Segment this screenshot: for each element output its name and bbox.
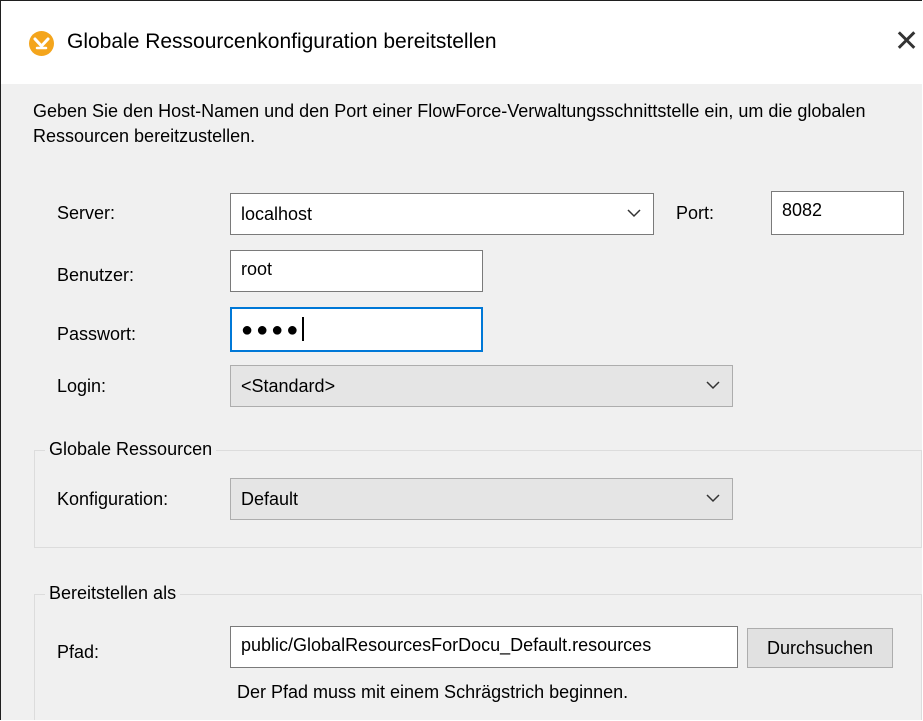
chevron-down-icon xyxy=(706,494,720,503)
title-bar: Globale Ressourcenkonfiguration bereitst… xyxy=(1,1,922,84)
altova-app-icon xyxy=(29,31,54,56)
password-input[interactable]: ●●●● xyxy=(230,307,483,352)
login-combobox[interactable]: <Standard> xyxy=(230,365,733,407)
browse-button[interactable]: Durchsuchen xyxy=(747,628,893,668)
close-icon[interactable]: ✕ xyxy=(894,24,919,60)
configuration-label: Konfiguration: xyxy=(57,489,169,509)
global-resources-group-title: Globale Ressourcen xyxy=(45,439,217,460)
server-value: localhost xyxy=(241,204,313,224)
port-label: Port: xyxy=(676,203,715,223)
text-caret xyxy=(302,317,305,341)
port-input[interactable]: 8082 xyxy=(771,191,904,235)
login-label: Login: xyxy=(57,376,107,396)
password-label: Passwort: xyxy=(57,324,137,344)
intro-text: Geben Sie den Host-Namen und den Port ei… xyxy=(33,101,866,146)
deploy-as-group-title: Bereitstellen als xyxy=(45,583,181,604)
login-value: <Standard> xyxy=(241,376,336,396)
path-value: public/GlobalResourcesForDocu_Default.re… xyxy=(241,635,652,655)
path-input[interactable]: public/GlobalResourcesForDocu_Default.re… xyxy=(230,626,738,668)
path-hint: Der Pfad muss mit einem Schrägstrich beg… xyxy=(237,682,629,702)
chevron-down-icon xyxy=(627,209,641,218)
user-input[interactable]: root xyxy=(230,250,483,292)
password-masked-value: ●●●● xyxy=(241,319,302,341)
configuration-value: Default xyxy=(241,489,299,509)
deploy-global-resources-dialog: Globale Ressourcenkonfiguration bereitst… xyxy=(0,0,922,720)
path-label: Pfad: xyxy=(57,642,100,662)
window-title: Globale Ressourcenkonfiguration bereitst… xyxy=(67,30,497,53)
configuration-combobox[interactable]: Default xyxy=(230,478,733,520)
chevron-down-icon xyxy=(706,381,720,390)
server-label: Server: xyxy=(57,203,116,223)
user-label: Benutzer: xyxy=(57,265,135,285)
server-combobox[interactable]: localhost xyxy=(230,193,654,235)
